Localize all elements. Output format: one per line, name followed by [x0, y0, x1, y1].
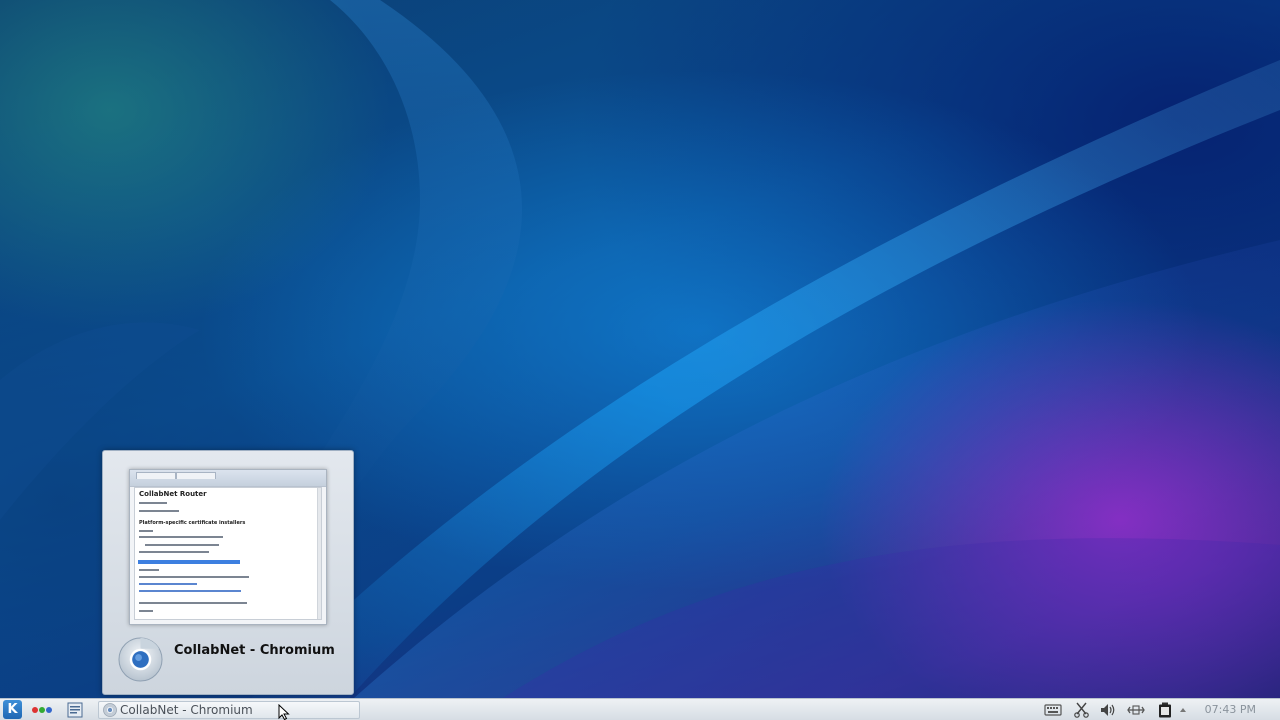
keyboard-icon[interactable]: [1044, 702, 1062, 718]
klipper-icon[interactable]: [1073, 702, 1091, 718]
thumbnail-subheading: Platform-specific certificate installers: [139, 520, 246, 526]
thumbnail-link-line: [139, 590, 241, 592]
thumbnail-text-line: [139, 502, 167, 504]
thumbnail-browser-toolbar: [130, 470, 326, 487]
activities-icon[interactable]: [30, 701, 54, 719]
thumbnail-text-line: [139, 602, 247, 604]
thumbnail-text-line: [145, 544, 219, 546]
thumbnail-tab: [136, 472, 176, 479]
desktop-wallpaper: CollabNet Router Platform-specific certi…: [0, 0, 1280, 720]
preview-window-title: CollabNet - Chromium: [174, 643, 335, 658]
window-thumbnail[interactable]: CollabNet Router Platform-specific certi…: [129, 469, 327, 625]
clock[interactable]: 07:43 PM: [1205, 703, 1256, 716]
thumbnail-text-line: [139, 569, 159, 571]
thumbnail-text-line: [139, 551, 209, 553]
taskbar: K CollabNet - Chromium 07:43 PM: [0, 698, 1280, 720]
network-icon[interactable]: [1127, 702, 1145, 718]
kde-kickoff-icon[interactable]: K: [3, 700, 22, 719]
system-tray: 07:43 PM: [1040, 699, 1280, 720]
chromium-icon: [118, 637, 163, 682]
thumbnail-text-line: [139, 610, 153, 612]
thumbnail-scrollbar: [317, 488, 321, 619]
mouse-cursor-icon: [278, 704, 290, 720]
battery-icon[interactable]: [1156, 702, 1174, 718]
taskbar-item-label: CollabNet - Chromium: [120, 703, 253, 717]
thumbnail-selection: [138, 560, 240, 564]
expand-tray-icon[interactable]: [1178, 702, 1188, 718]
thumbnail-text-line: [139, 576, 249, 578]
activity-dot: [39, 707, 45, 713]
thumbnail-text-line: [139, 510, 179, 512]
activity-dot: [32, 707, 38, 713]
task-preview-tooltip[interactable]: CollabNet Router Platform-specific certi…: [102, 450, 354, 695]
thumbnail-text-line: [139, 536, 223, 538]
chromium-icon: [103, 703, 117, 717]
activity-dot: [46, 707, 52, 713]
pager-icon[interactable]: [66, 701, 84, 719]
pager-glyph: [67, 702, 83, 718]
thumbnail-heading: CollabNet Router: [139, 490, 207, 498]
thumbnail-link-line: [139, 583, 197, 585]
thumbnail-page: CollabNet Router Platform-specific certi…: [134, 487, 322, 620]
taskbar-item-chromium[interactable]: CollabNet - Chromium: [98, 701, 360, 719]
thumbnail-text-line: [139, 530, 153, 532]
thumbnail-tab: [176, 472, 216, 479]
volume-icon[interactable]: [1099, 702, 1117, 718]
